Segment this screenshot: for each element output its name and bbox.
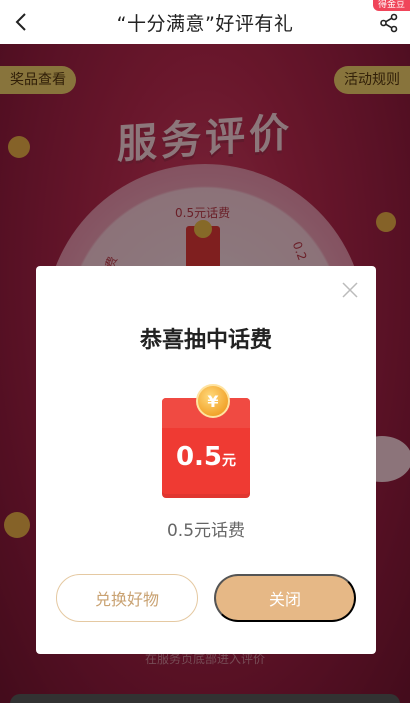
yuan-coin-icon: ¥ — [196, 384, 230, 418]
amount-unit: 元 — [222, 453, 237, 469]
exchange-goods-button[interactable]: 兑换好物 — [56, 574, 198, 622]
prize-dialog: 恭喜抽中话费 ¥ 0.5元 0.5元话费 兑换好物 关闭 — [36, 266, 376, 654]
share-button[interactable] — [374, 8, 404, 38]
dialog-title: 恭喜抽中话费 — [139, 328, 272, 353]
chevron-left-icon — [15, 13, 26, 31]
envelope-amount: 0.5元 — [162, 442, 250, 472]
share-icon — [380, 13, 398, 33]
back-button[interactable] — [6, 6, 38, 38]
close-button[interactable]: 关闭 — [214, 574, 356, 622]
navigation-bar: “十分满意”好评有礼 得金豆 — [0, 0, 410, 44]
prize-name: 0.5元话费 — [166, 521, 246, 541]
close-dialog-button[interactable] — [336, 276, 364, 304]
amount-number: 0.5 — [175, 442, 223, 472]
gold-bean-badge[interactable]: 得金豆 — [372, 0, 410, 11]
page-title: “十分满意”好评有礼 — [116, 12, 294, 35]
close-icon — [342, 282, 358, 298]
